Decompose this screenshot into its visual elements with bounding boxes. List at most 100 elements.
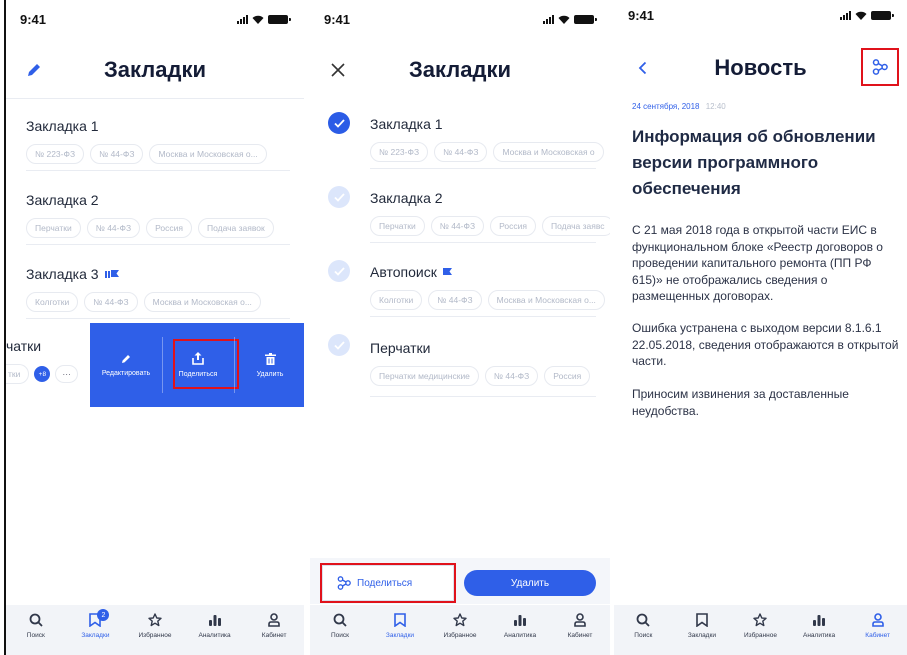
tag: № 44-ФЗ (484, 366, 539, 386)
status-time: 9:41 (628, 7, 655, 23)
bookmark-item[interactable]: Перчатки Перчатки медицинские № 44-ФЗ Ро… (370, 340, 610, 386)
signal-icon (840, 10, 851, 20)
tab-label: Кабинет (261, 632, 287, 639)
battery-icon (268, 14, 291, 24)
tag: Москва и Московская о... (149, 144, 267, 164)
back-button[interactable] (630, 56, 654, 80)
pencil-icon (122, 354, 130, 363)
share-bookmark-button[interactable]: Поделиться (162, 323, 239, 407)
tag-list: Перчатки медицинские № 44-ФЗ Россия (370, 366, 610, 386)
tab-label: Избранное (138, 632, 172, 639)
tab-analytics[interactable]: Аналитика (790, 613, 849, 655)
bookmark-item[interactable]: Закладка 2 Перчатки № 44-ФЗ Россия Подач… (6, 192, 304, 238)
tab-search[interactable]: Поиск (6, 613, 66, 655)
tab-bookmarks[interactable]: Закладки (370, 613, 430, 655)
user-icon (574, 613, 586, 627)
divider (370, 396, 596, 397)
swiped-bookmark-title[interactable]: чатки (6, 338, 41, 354)
close-button[interactable] (326, 58, 350, 82)
tab-label: Кабинет (865, 632, 891, 639)
search-icon (29, 613, 43, 627)
checkmark-icon (333, 118, 345, 128)
page-title: Закладки (103, 57, 206, 82)
tab-label: Закладки (385, 632, 415, 639)
tab-label: Поиск (330, 632, 349, 639)
tag: тки (6, 364, 30, 384)
battery-icon (871, 10, 894, 20)
divider (26, 244, 290, 245)
tab-bar: Поиск 2 Закладки Избранное Аналитика Каб… (6, 605, 304, 655)
swipe-action-bar: Редактировать Поделиться Удалить (90, 323, 304, 407)
item-checkbox[interactable] (328, 260, 350, 282)
tag-list: № 223-ФЗ № 44-ФЗ Москва и Московская о..… (26, 144, 304, 164)
news-headline: Информация об обновлении версии программ… (632, 127, 876, 198)
chart-icon (813, 615, 826, 626)
news-screen: 9:41 Новость 24 сентября, 2018 12:40 Инф… (614, 0, 907, 655)
tab-search[interactable]: Поиск (614, 613, 673, 655)
edit-bookmark-button[interactable]: Редактировать (90, 323, 162, 407)
signal-icon (543, 14, 554, 24)
tag: № 44-ФЗ (86, 218, 141, 238)
tag: Россия (490, 216, 536, 236)
system-icons (840, 10, 894, 20)
tab-favorites[interactable]: Избранное (731, 613, 790, 655)
bookmark-title: Закладка 1 (26, 118, 99, 134)
star-icon (753, 613, 768, 627)
tab-analytics[interactable]: Аналитика (490, 613, 550, 655)
tag-list: № 223-ФЗ № 44-ФЗ Москва и Московская о (370, 142, 610, 162)
tab-cabinet[interactable]: Кабинет (550, 613, 610, 655)
more-tags-badge[interactable]: +8 (34, 366, 51, 382)
bookmark-title: Закладка 1 (370, 116, 443, 132)
tab-favorites[interactable]: Избранное (430, 613, 490, 655)
divider (370, 168, 596, 169)
tab-search[interactable]: Поиск (310, 613, 370, 655)
edit-button[interactable] (22, 58, 46, 82)
tag: Перчатки медицинские (370, 366, 479, 386)
tab-favorites[interactable]: Избранное (125, 613, 185, 655)
edit-label: Редактировать (101, 369, 151, 377)
tab-label: Закладки (81, 632, 110, 639)
tag: Москва и Московская о (493, 142, 604, 162)
item-checkbox[interactable] (328, 186, 350, 208)
tab-cabinet[interactable]: Кабинет (244, 613, 304, 655)
search-icon (636, 613, 650, 627)
bookmark-title: Закладка 2 (370, 190, 443, 206)
tab-cabinet[interactable]: Кабинет (848, 613, 907, 655)
bookmarks-screen: 9:41 Закладки Закладка 1 № 223-ФЗ № 44-Ф… (4, 0, 304, 655)
page-title: Закладки (408, 57, 511, 82)
checkmark-icon (333, 340, 345, 350)
system-icons (543, 14, 597, 24)
tag: Колготки (370, 290, 423, 310)
tag: Россия (544, 366, 591, 386)
wifi-icon (855, 11, 867, 20)
checkmark-icon (333, 266, 345, 276)
system-icons (237, 14, 291, 24)
swiped-tag-row: тки +8 ··· (6, 364, 78, 384)
wifi-icon (252, 15, 264, 24)
tab-bookmarks[interactable]: 2 Закладки (66, 609, 126, 655)
delete-button[interactable]: Удалить (464, 570, 596, 596)
item-checkbox[interactable] (328, 334, 350, 356)
tab-label: Закладки (687, 632, 716, 639)
tab-label: Аналитика (802, 632, 836, 639)
item-checkbox[interactable] (328, 112, 350, 134)
checkmark-icon (333, 192, 345, 202)
bookmark-item[interactable]: Закладка 1 № 223-ФЗ № 44-ФЗ Москва и Мос… (370, 116, 610, 162)
more-button[interactable]: ··· (55, 365, 78, 383)
bookmark-item[interactable]: Закладка 2 Перчатки № 44-ФЗ Россия Подач… (370, 190, 610, 236)
share-button[interactable]: Поделиться (320, 563, 456, 603)
tab-analytics[interactable]: Аналитика (185, 613, 245, 655)
delete-bookmark-button[interactable]: Удалить (234, 323, 304, 407)
bookmark-item[interactable]: Закладка 1 № 223-ФЗ № 44-ФЗ Москва и Мос… (6, 118, 304, 164)
header: Закладки (310, 50, 610, 90)
share-icon (337, 576, 351, 590)
header: Закладки (6, 50, 304, 90)
tag: Перчатки (370, 216, 425, 236)
share-button[interactable] (861, 48, 899, 86)
tab-bookmarks[interactable]: Закладки (673, 613, 732, 655)
bookmark-title: Перчатки (370, 340, 431, 356)
bookmark-item[interactable]: Закладка 3 Колготки № 44-ФЗ Москва и Мос… (6, 266, 304, 312)
bookmark-item[interactable]: Автопоиск Колготки № 44-ФЗ Москва и Моск… (370, 264, 610, 310)
tag-list: Перчатки № 44-ФЗ Россия Подача заявс (370, 216, 610, 236)
autosearch-flag-icon (442, 267, 452, 275)
